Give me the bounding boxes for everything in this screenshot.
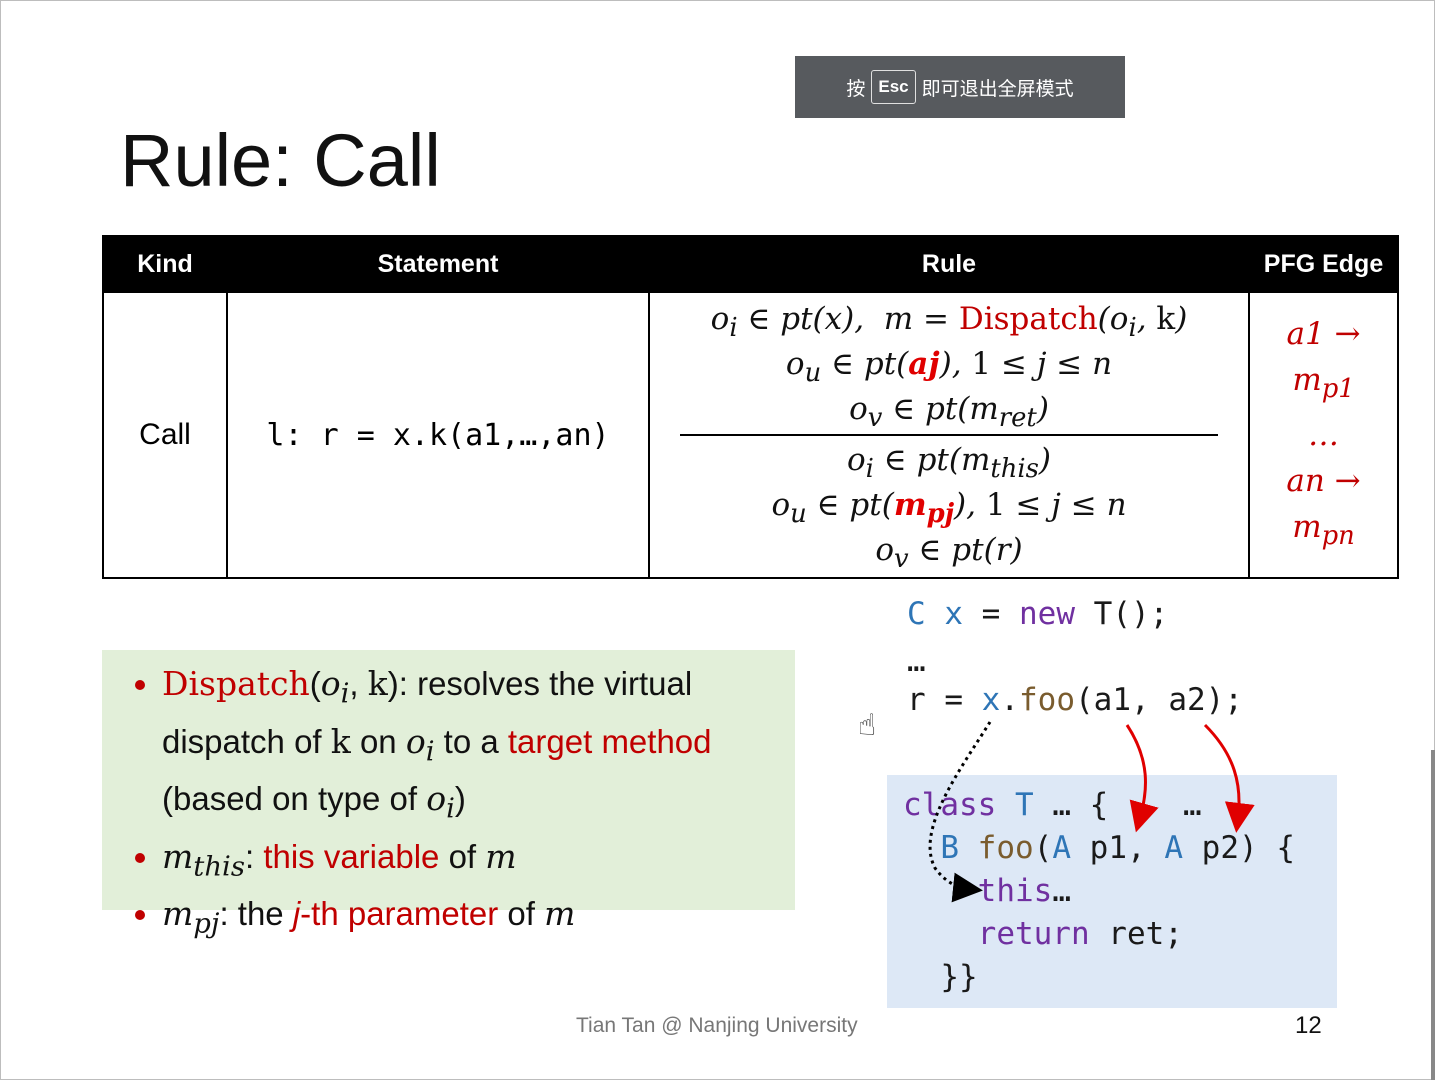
arrow-a1-to-p1 [1125, 724, 1159, 833]
page-number: 12 [1295, 1012, 1322, 1039]
arrow-a2-to-p2 [1203, 723, 1255, 833]
slide-footer: Tian Tan @ Nanjing University [576, 1014, 858, 1037]
arrow-x-to-this [928, 721, 992, 903]
arrows-overlay [928, 721, 1255, 903]
